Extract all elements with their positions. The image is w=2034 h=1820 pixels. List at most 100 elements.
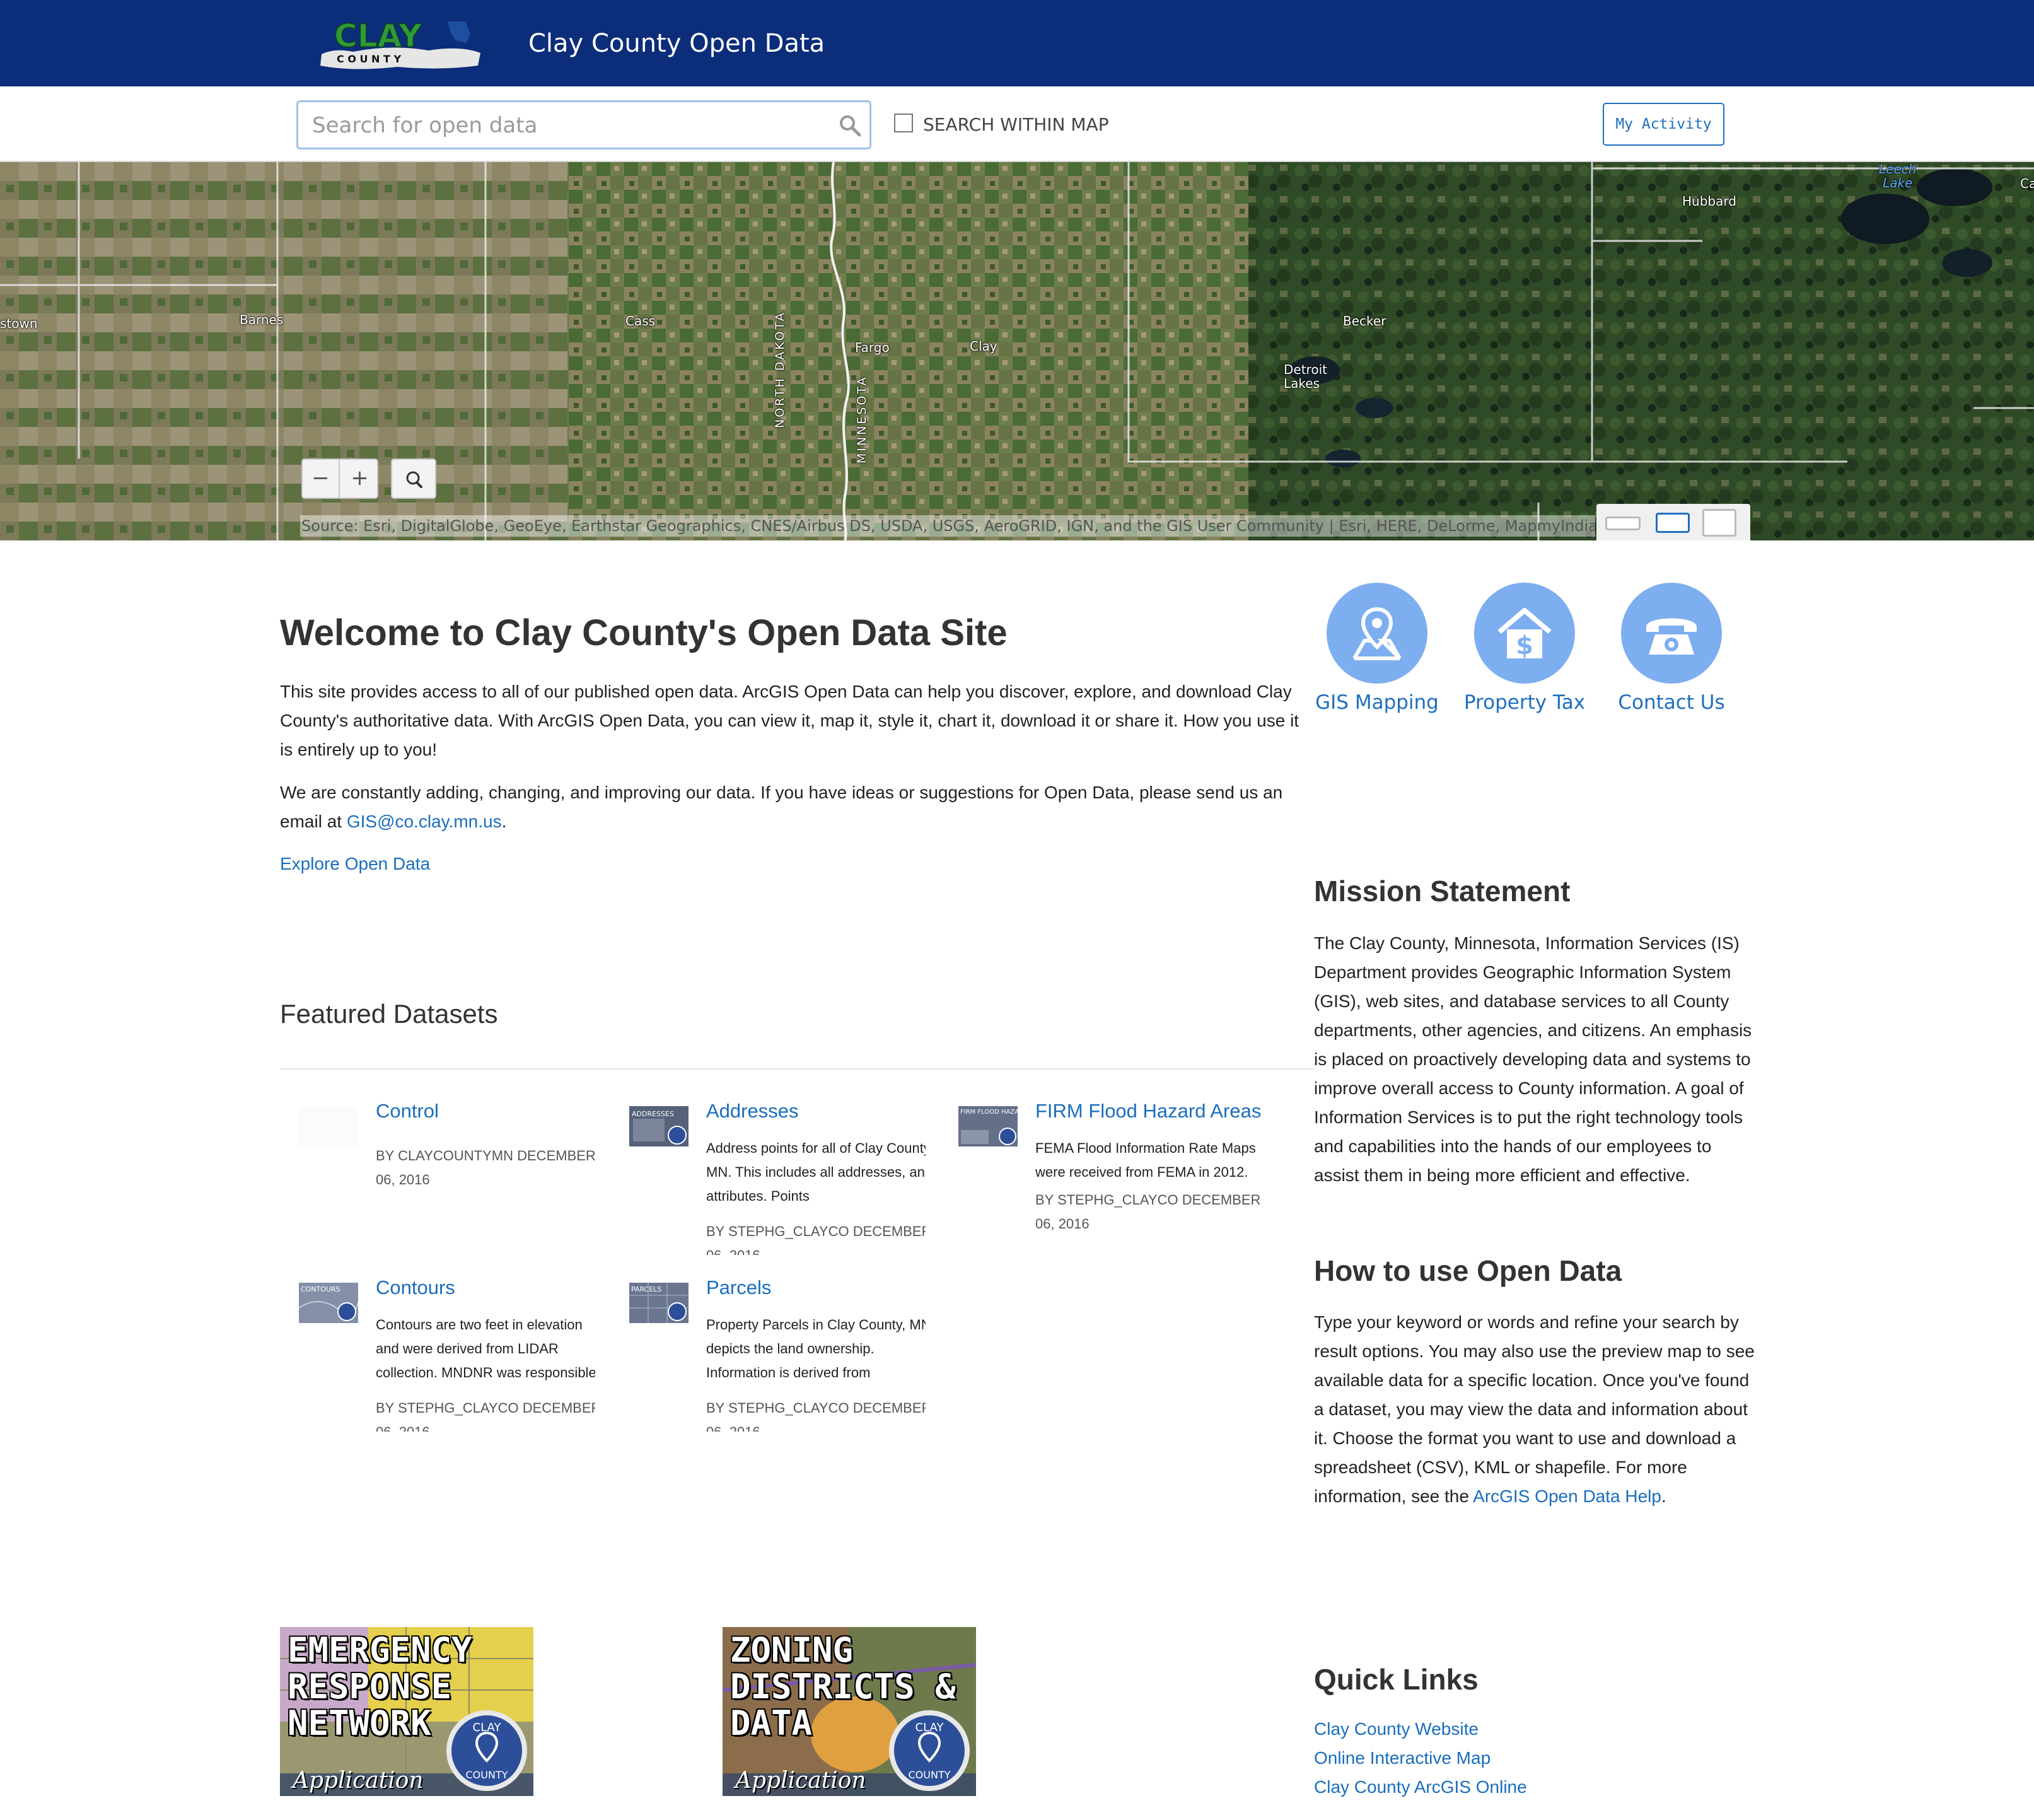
magnifier-icon [406,471,422,488]
map-label-minnesota: MINNESOTA [855,375,869,464]
clay-county-logo[interactable]: CLAY C O U N T Y [315,15,485,69]
dataset-card-parcels[interactable]: PARCELS Parcels Property Parcels in Clay… [610,1276,926,1434]
gis-mapping-label[interactable]: GIS Mapping [1311,691,1443,714]
welcome-paragraph: This site provides access to all of our … [280,682,1299,759]
flood-thumbnail-image: FIRM FLOOD HAZARD AREAS [958,1106,1051,1146]
basemap-option-light[interactable] [1605,516,1641,530]
map-label-leech-lake: Leech Lake [1879,162,1917,190]
emergency-response-app-tile[interactable]: CLAY COUNTY EMERGENCY RESPONSE NETWORK A… [280,1627,533,1796]
zoning-badge-bottom: COUNTY [909,1769,951,1781]
map-label-north-dakota: NORTH DAKOTA [773,311,787,428]
welcome-title: Welcome to Clay County's Open Data Site [280,612,1008,653]
howto-heading: How to use Open Data [1314,1254,1622,1287]
dataset-thumbnail[interactable] [299,1106,358,1146]
basemap-option-topo[interactable] [1702,509,1736,537]
map-search-button[interactable] [391,458,436,499]
svg-text:$: $ [1516,631,1533,660]
map-label-ca: Ca [2020,176,2034,191]
quick-link-clay-county-website[interactable]: Clay County Website [1314,1719,1479,1739]
mission-text: The Clay County, Minnesota, Information … [1314,933,1752,1185]
dataset-title[interactable]: Control [376,1100,439,1123]
dataset-description: Address points for all of Clay County, M… [706,1140,926,1204]
dataset-card-addresses[interactable]: ADDRESSES Addresses Address points for a… [610,1100,926,1257]
dataset-card-control[interactable]: Control BY CLAYCOUNTYMN DECEMBER 06, 201… [280,1100,595,1213]
featured-divider [280,1068,1314,1070]
dataset-meta: BY CLAYCOUNTYMN DECEMBER 06, 2016 [376,1148,595,1187]
gis-mapping-circle[interactable] [1327,583,1427,684]
mission-heading: Mission Statement [1314,875,1571,907]
zoom-out-button[interactable]: − [303,460,340,498]
dataset-meta: BY STEPHG_CLAYCO DECEMBER 06, 2016 [376,1400,595,1432]
dataset-meta: BY STEPHG_CLAYCO DECEMBER 06, 2016 [706,1400,926,1432]
zoning-tile-subtitle: Application [735,1768,866,1794]
basemap-option-imagery[interactable] [1656,513,1690,533]
contact-us-label[interactable]: Contact Us [1605,691,1738,714]
featured-datasets-heading: Featured Datasets [280,999,498,1029]
search-within-map-label[interactable]: SEARCH WITHIN MAP [923,114,1109,135]
dataset-description: Property Parcels in Clay County, MN depi… [706,1317,926,1380]
map-label-barnes: Barnes [240,312,284,327]
contact-us-shortcut[interactable]: Contact Us [1605,583,1738,714]
dataset-thumbnail[interactable]: FIRM FLOOD HAZARD AREAS [958,1106,1051,1146]
preview-map[interactable]: Leech Lake Hubbard Ca stown Barnes Cass F… [0,162,2034,540]
basemap-switcher [1596,504,1750,540]
quick-link-arcgis-online[interactable]: Clay County ArcGIS Online [1314,1777,1527,1797]
site-header: CLAY C O U N T Y Clay County Open Data [0,0,2034,86]
zoom-controls: − + [301,458,378,499]
telephone-icon [1646,618,1697,655]
dataset-card-firm-flood[interactable]: FIRM FLOOD HAZARD AREAS FIRM Flood Hazar… [939,1100,1293,1257]
map-label-clay: Clay [970,339,997,354]
addresses-thumbnail-image: ADDRESSES [629,1106,689,1146]
map-pin-icon [1352,607,1402,660]
property-tax-shortcut[interactable]: $ Property Tax [1458,583,1591,714]
arcgis-help-link[interactable]: ArcGIS Open Data Help [1473,1486,1661,1506]
howto-body: Type your keyword or words and refine yo… [1314,1312,1755,1506]
property-tax-label[interactable]: Property Tax [1458,691,1591,714]
emergency-badge-bottom: COUNTY [466,1769,508,1781]
quick-link-online-interactive-map[interactable]: Online Interactive Map [1314,1748,1491,1768]
parcels-thumbnail-image: PARCELS [629,1283,689,1323]
search-icon[interactable] [838,114,862,137]
map-label-town: stown [0,316,38,331]
site-title[interactable]: Clay County Open Data [528,29,825,58]
explore-open-data-link[interactable]: Explore Open Data [280,854,430,874]
dataset-card-contours[interactable]: CONTOURS Contours Contours are two feet … [280,1276,595,1434]
dataset-thumbnail[interactable]: ADDRESSES [629,1106,689,1146]
map-label-cass: Cass [625,313,656,329]
zoning-districts-app-tile[interactable]: CLAY COUNTY ZONING DISTRICTS & DATA Appl… [723,1627,976,1796]
my-activity-button[interactable]: My Activity [1603,103,1724,146]
addresses-thumbnail-label: ADDRESSES [632,1110,674,1118]
emergency-tile-subtitle: Application [293,1768,424,1794]
dataset-title[interactable]: FIRM Flood Hazard Areas [1035,1100,1261,1123]
zoom-in-button[interactable]: + [341,460,378,498]
contours-thumbnail-image: CONTOURS [298,1283,359,1323]
howto-text: Type your keyword or words and refine yo… [1314,1308,1755,1511]
map-label-fargo: Fargo [855,340,890,355]
property-tax-circle[interactable]: $ [1474,583,1575,684]
search-bar: SEARCH WITHIN MAP My Activity [0,86,2034,162]
quick-links-heading: Quick Links [1314,1663,1479,1696]
search-box [296,100,871,149]
contact-us-circle[interactable] [1621,583,1722,684]
parcels-thumbnail-label: PARCELS [631,1285,661,1293]
dataset-description: FEMA Flood Information Rate Maps were re… [1035,1140,1256,1180]
search-within-map-checkbox[interactable] [894,114,913,132]
house-dollar-icon: $ [1497,608,1552,660]
dataset-title[interactable]: Parcels [706,1276,771,1299]
dataset-thumbnail[interactable]: PARCELS [629,1283,689,1323]
dataset-thumbnail[interactable]: CONTOURS [298,1283,359,1323]
logo-county-text: C O U N T Y [337,53,401,65]
map-label-detroit-lakes: Detroit Lakes [1284,362,1327,391]
flood-thumbnail-label: FIRM FLOOD HAZARD AREAS [960,1109,1018,1116]
gis-mapping-shortcut[interactable]: GIS Mapping [1311,583,1443,714]
dataset-title[interactable]: Contours [376,1276,455,1299]
zoning-tile-title: ZONING DISTRICTS & DATA [730,1630,956,1743]
emergency-badge-top: CLAY [473,1721,502,1734]
dataset-meta: BY STEPHG_CLAYCO DECEMBER 06, 2016 [1035,1192,1261,1232]
search-input[interactable] [312,110,829,141]
email-link[interactable]: GIS@co.clay.mn.us [347,812,502,831]
howto-end: . [1661,1486,1666,1506]
map-label-becker: Becker [1343,313,1386,329]
dataset-title[interactable]: Addresses [706,1100,798,1123]
emergency-tile-title: EMERGENCY RESPONSE NETWORK [288,1630,472,1743]
